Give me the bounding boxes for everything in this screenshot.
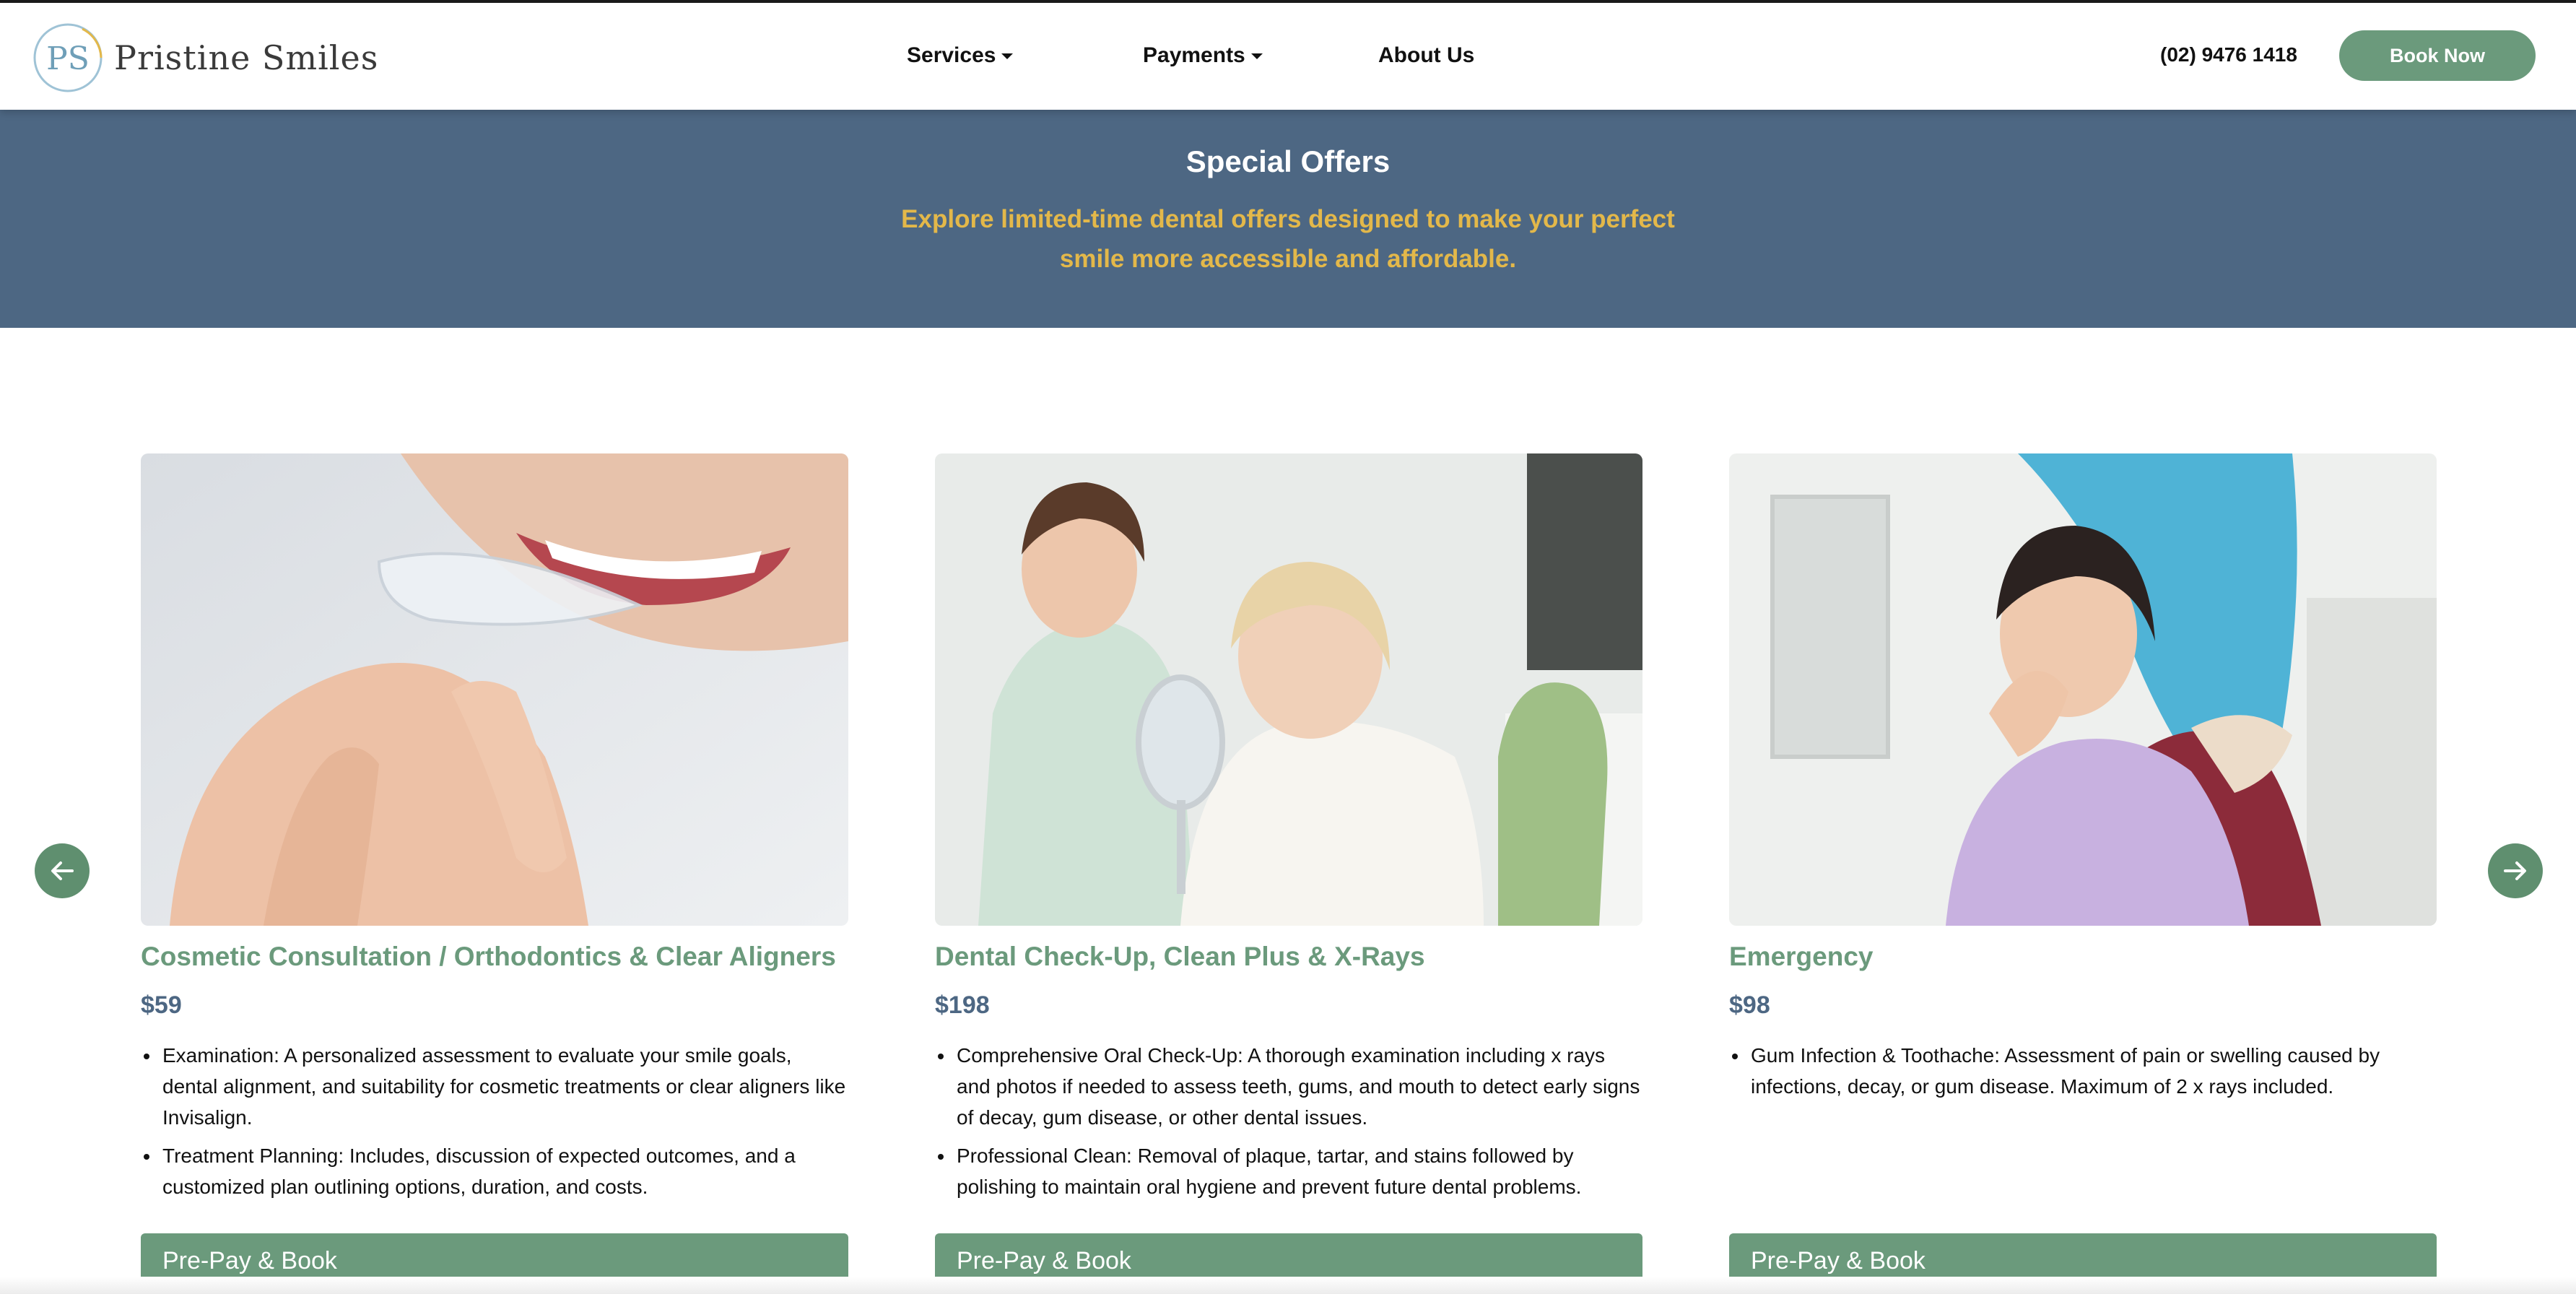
offer-price: $59	[141, 991, 182, 1019]
site-header: PS Pristine Smiles Services Payments Abo…	[0, 3, 2576, 110]
nav-payments-label: Payments	[1143, 43, 1245, 67]
nav-about-us-label: About Us	[1378, 43, 1475, 67]
banner-subtitle: Explore limited-time dental offers desig…	[901, 205, 1675, 273]
brand-logo[interactable]: PS Pristine Smiles	[32, 20, 378, 95]
list-item: Comprehensive Oral Check-Up: A thorough …	[935, 1040, 1642, 1133]
phone-number-link[interactable]: (02) 9476 1418	[2160, 43, 2297, 66]
offer-price: $198	[935, 991, 990, 1019]
offer-title: Dental Check-Up, Clean Plus & X-Rays	[935, 942, 1425, 971]
offer-details-list: Gum Infection & Toothache: Assessment of…	[1729, 1040, 2437, 1109]
nav-about-us[interactable]: About Us	[1378, 43, 1474, 68]
nav-payments[interactable]: Payments	[1143, 43, 1263, 68]
arrow-left-icon	[51, 861, 74, 880]
logo-monogram-icon: PS	[32, 22, 104, 94]
list-item: Professional Clean: Removal of plaque, t…	[935, 1140, 1642, 1202]
dental-checkup-photo	[935, 453, 1642, 926]
offer-details-list: Comprehensive Oral Check-Up: A thorough …	[935, 1040, 1642, 1210]
page-bottom-shadow	[0, 1277, 2576, 1294]
carousel-prev-button[interactable]	[35, 843, 90, 898]
book-now-button[interactable]: Book Now	[2339, 30, 2536, 81]
offer-price: $98	[1729, 991, 1770, 1019]
list-item: Gum Infection & Toothache: Assessment of…	[1729, 1040, 2437, 1102]
list-item: Examination: A personalized assessment t…	[141, 1040, 848, 1133]
offer-title: Cosmetic Consultation / Orthodontics & C…	[141, 942, 836, 971]
toothache-patient-photo	[1729, 453, 2437, 926]
clear-aligner-photo	[141, 453, 848, 926]
nav-services[interactable]: Services	[907, 43, 1014, 68]
list-item: Treatment Planning: Includes, discussion…	[141, 1140, 848, 1202]
special-offers-banner: Special Offers Explore limited-time dent…	[0, 110, 2576, 328]
brand-name: Pristine Smiles	[114, 38, 379, 77]
offer-details-list: Examination: A personalized assessment t…	[141, 1040, 848, 1210]
chevron-down-icon	[1001, 53, 1014, 59]
banner-title: Special Offers	[1185, 144, 1391, 178]
offer-title: Emergency	[1729, 942, 1874, 971]
carousel-next-button[interactable]	[2488, 843, 2543, 898]
chevron-down-icon	[1250, 53, 1263, 59]
nav-services-label: Services	[907, 43, 996, 67]
svg-text:PS: PS	[46, 40, 90, 77]
arrow-right-icon	[2504, 861, 2526, 880]
